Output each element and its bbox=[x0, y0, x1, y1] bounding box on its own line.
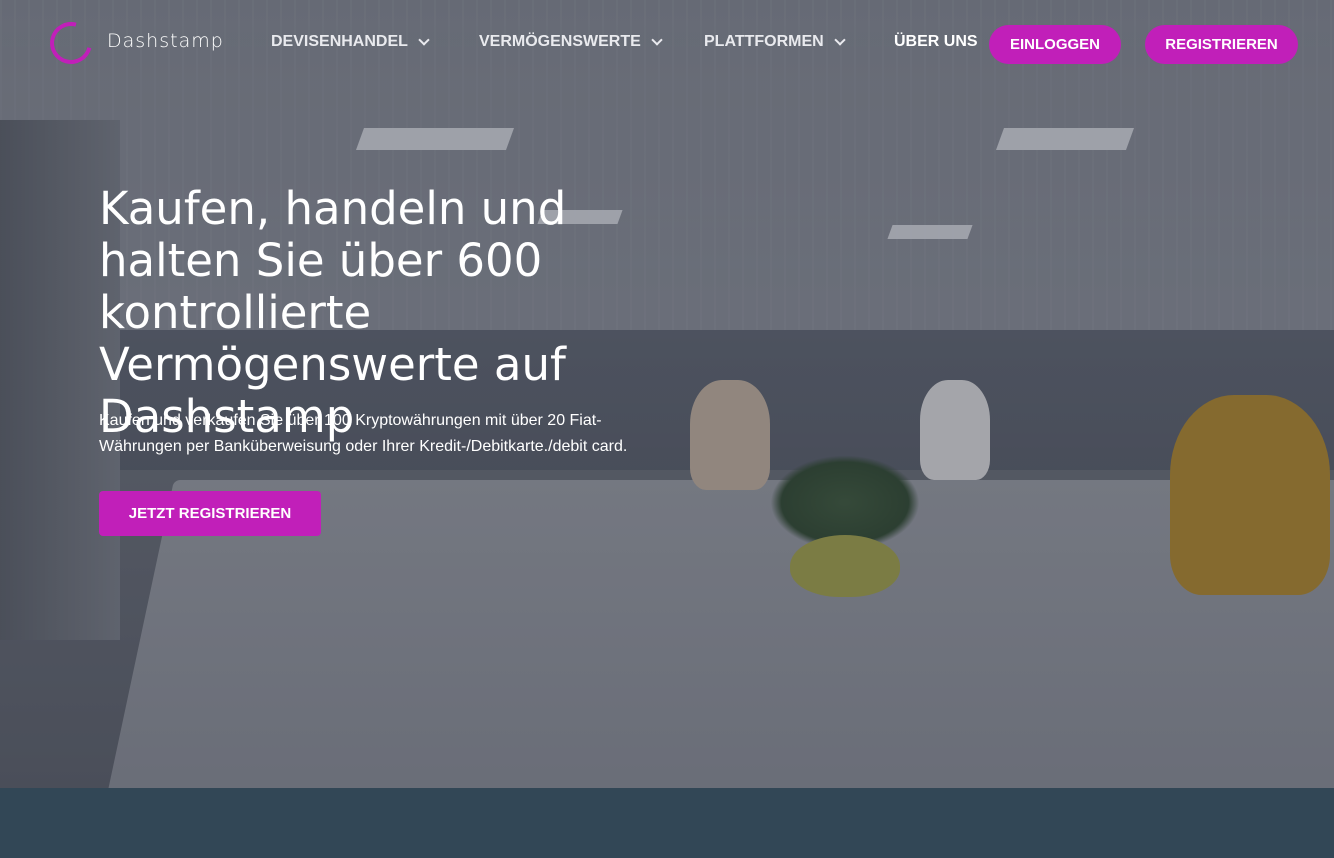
nav-item-label: PLATTFORMEN bbox=[704, 33, 824, 50]
hero-title: Kaufen, handeln und halten Sie über 600 … bbox=[99, 182, 567, 443]
section-band bbox=[0, 788, 1334, 858]
chevron-down-icon bbox=[651, 34, 663, 46]
nav-item-label: ÜBER UNS bbox=[894, 33, 978, 50]
nav-item-label: DEVISENHANDEL bbox=[271, 33, 408, 50]
nav-item-ueber-uns[interactable]: ÜBER UNS bbox=[894, 33, 978, 51]
site-header: Dashstamp DEVISENHANDEL VERMÖGENSWERTE P… bbox=[0, 0, 1334, 88]
chevron-down-icon bbox=[418, 34, 430, 46]
register-button[interactable]: REGISTRIEREN bbox=[1145, 25, 1298, 64]
nav-item-plattformen[interactable]: PLATTFORMEN bbox=[704, 33, 846, 51]
nav-item-label: VERMÖGENSWERTE bbox=[479, 33, 641, 50]
nav-item-devisenhandel[interactable]: DEVISENHANDEL bbox=[271, 33, 430, 51]
nav-item-vermoegenswerte[interactable]: VERMÖGENSWERTE bbox=[479, 33, 663, 51]
login-button[interactable]: EINLOGGEN bbox=[989, 25, 1121, 64]
logo[interactable]: Dashstamp bbox=[42, 14, 223, 72]
chevron-down-icon bbox=[834, 34, 846, 46]
hero-subtitle: Kaufen und verkaufen Sie über 100 Krypto… bbox=[99, 412, 628, 455]
logo-icon bbox=[42, 14, 100, 72]
register-now-button[interactable]: JETZT REGISTRIEREN bbox=[99, 491, 321, 536]
logo-text: Dashstamp bbox=[107, 30, 224, 52]
